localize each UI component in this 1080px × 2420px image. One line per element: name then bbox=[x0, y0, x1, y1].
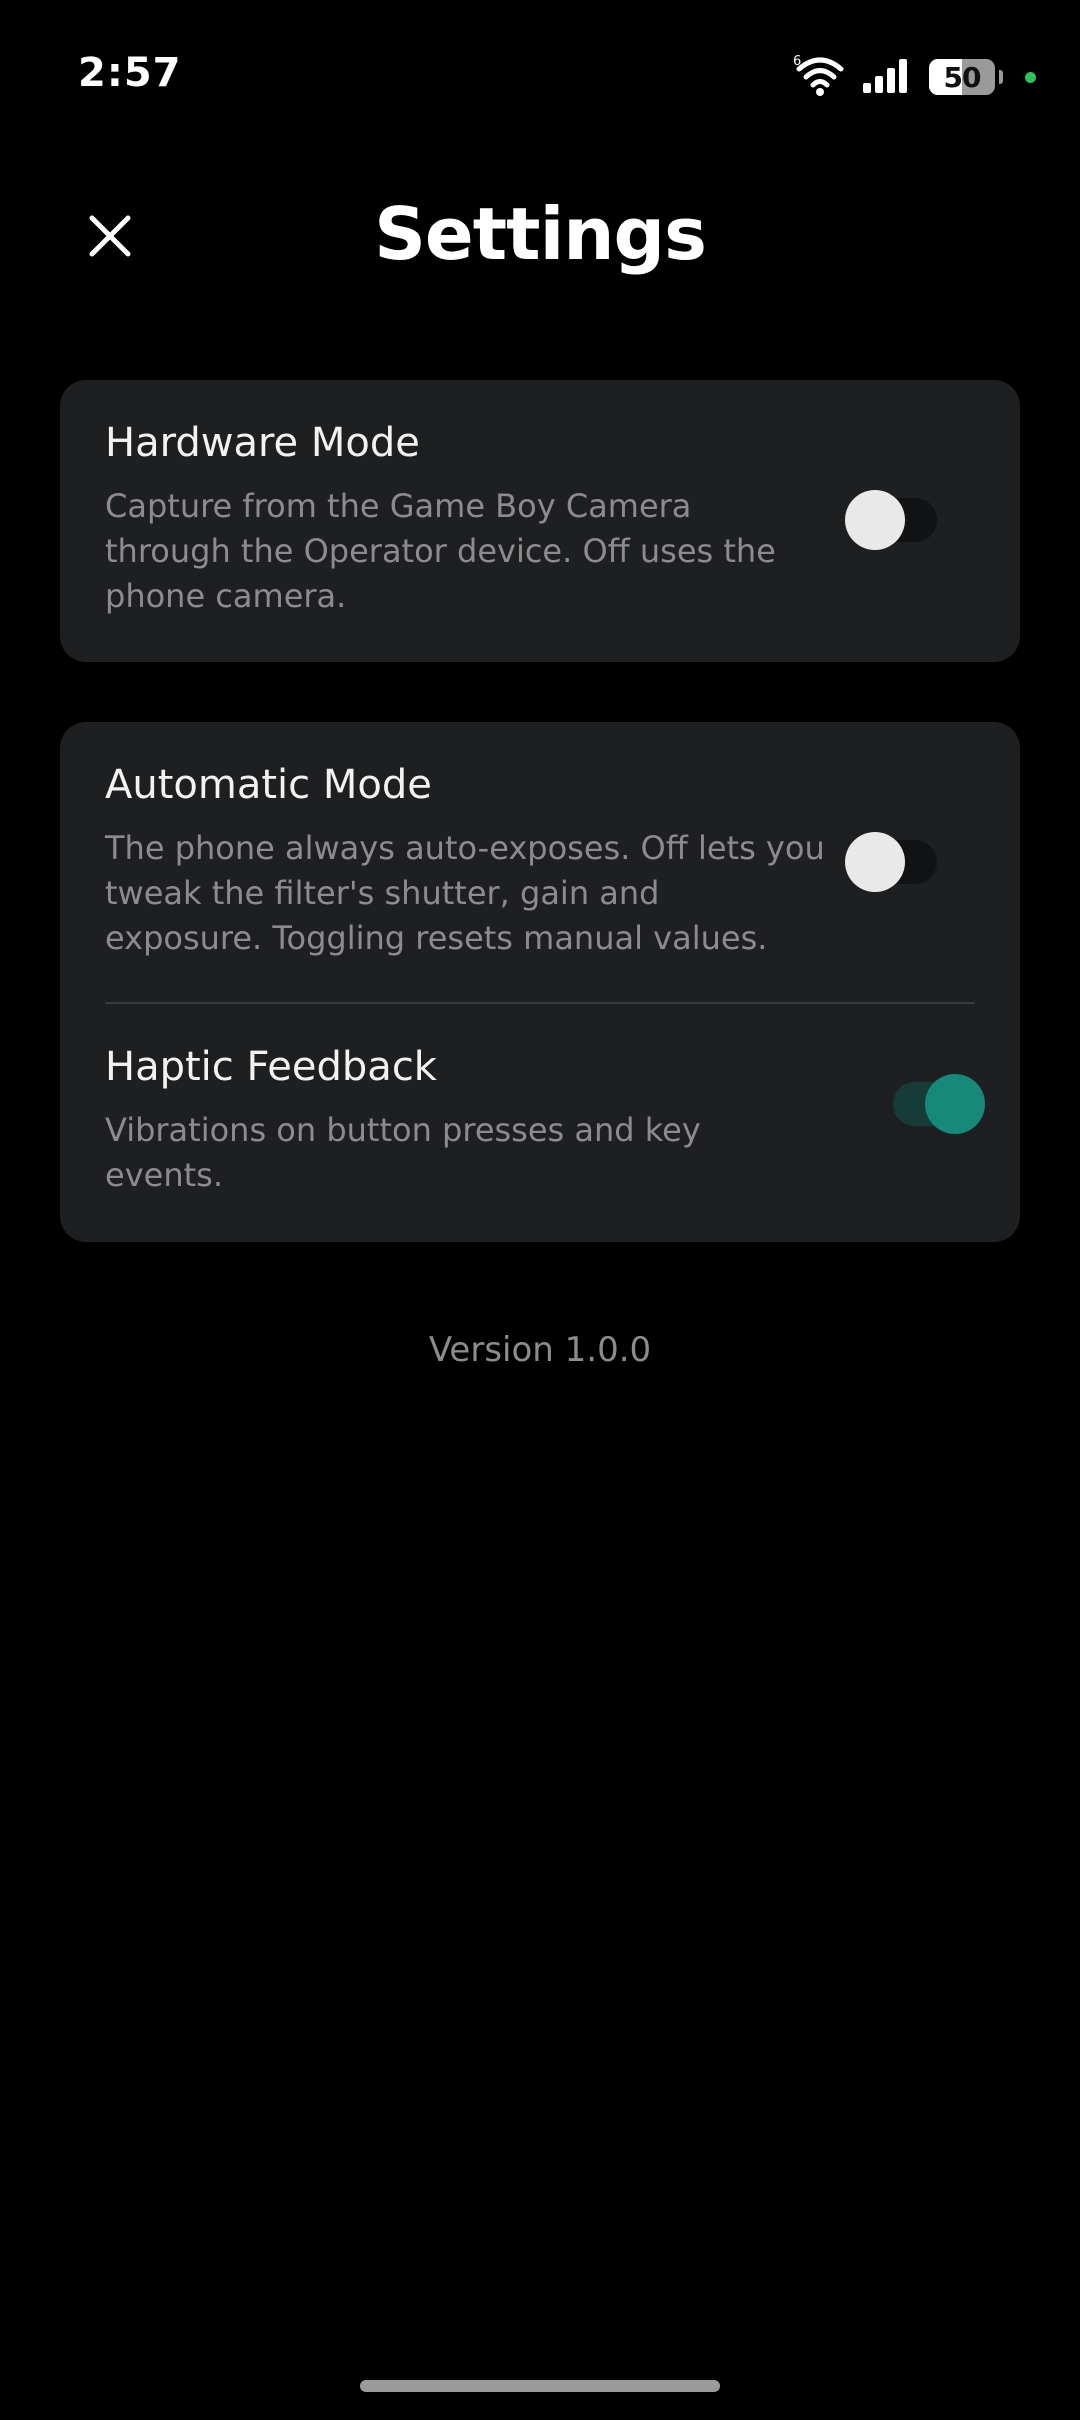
hardware-mode-description: Capture from the Game Boy Camera through… bbox=[105, 487, 776, 615]
hardware-settings-card: Hardware Mode Capture from the Game Boy … bbox=[60, 380, 1020, 662]
home-indicator[interactable] bbox=[360, 2380, 720, 2392]
status-icons: 6 50 bbox=[793, 52, 1036, 102]
toggle-thumb bbox=[845, 490, 905, 550]
automatic-mode-row[interactable]: Automatic Mode The phone always auto-exp… bbox=[60, 722, 1020, 1002]
page-title: Settings bbox=[374, 192, 707, 276]
haptic-feedback-description: Vibrations on button presses and key eve… bbox=[105, 1111, 701, 1194]
haptic-feedback-row[interactable]: Haptic Feedback Vibrations on button pre… bbox=[60, 1004, 1020, 1242]
battery-level: 50 bbox=[943, 60, 982, 94]
battery-icon: 50 bbox=[929, 59, 995, 95]
hardware-mode-row[interactable]: Hardware Mode Capture from the Game Boy … bbox=[60, 380, 1020, 662]
automatic-mode-toggle[interactable] bbox=[845, 832, 945, 892]
cellular-signal-icon bbox=[861, 55, 915, 99]
hardware-mode-title: Hardware Mode bbox=[105, 420, 420, 466]
battery-tip bbox=[999, 70, 1003, 84]
privacy-indicator-dot bbox=[1025, 71, 1036, 83]
toggle-thumb bbox=[845, 832, 905, 892]
haptic-feedback-toggle[interactable] bbox=[885, 1074, 985, 1134]
status-time: 2:57 bbox=[78, 50, 182, 96]
status-bar: 2:57 6 50 bbox=[0, 0, 1080, 150]
automatic-mode-description: The phone always auto-exposes. Off lets … bbox=[105, 829, 825, 957]
toggle-thumb bbox=[925, 1074, 985, 1134]
version-label: Version 1.0.0 bbox=[428, 1330, 652, 1370]
automatic-mode-title: Automatic Mode bbox=[105, 762, 432, 808]
wifi-icon: 6 bbox=[793, 53, 847, 101]
haptic-feedback-title: Haptic Feedback bbox=[105, 1044, 437, 1090]
hardware-mode-toggle[interactable] bbox=[845, 490, 945, 550]
behavior-settings-card: Automatic Mode The phone always auto-exp… bbox=[60, 722, 1020, 1242]
